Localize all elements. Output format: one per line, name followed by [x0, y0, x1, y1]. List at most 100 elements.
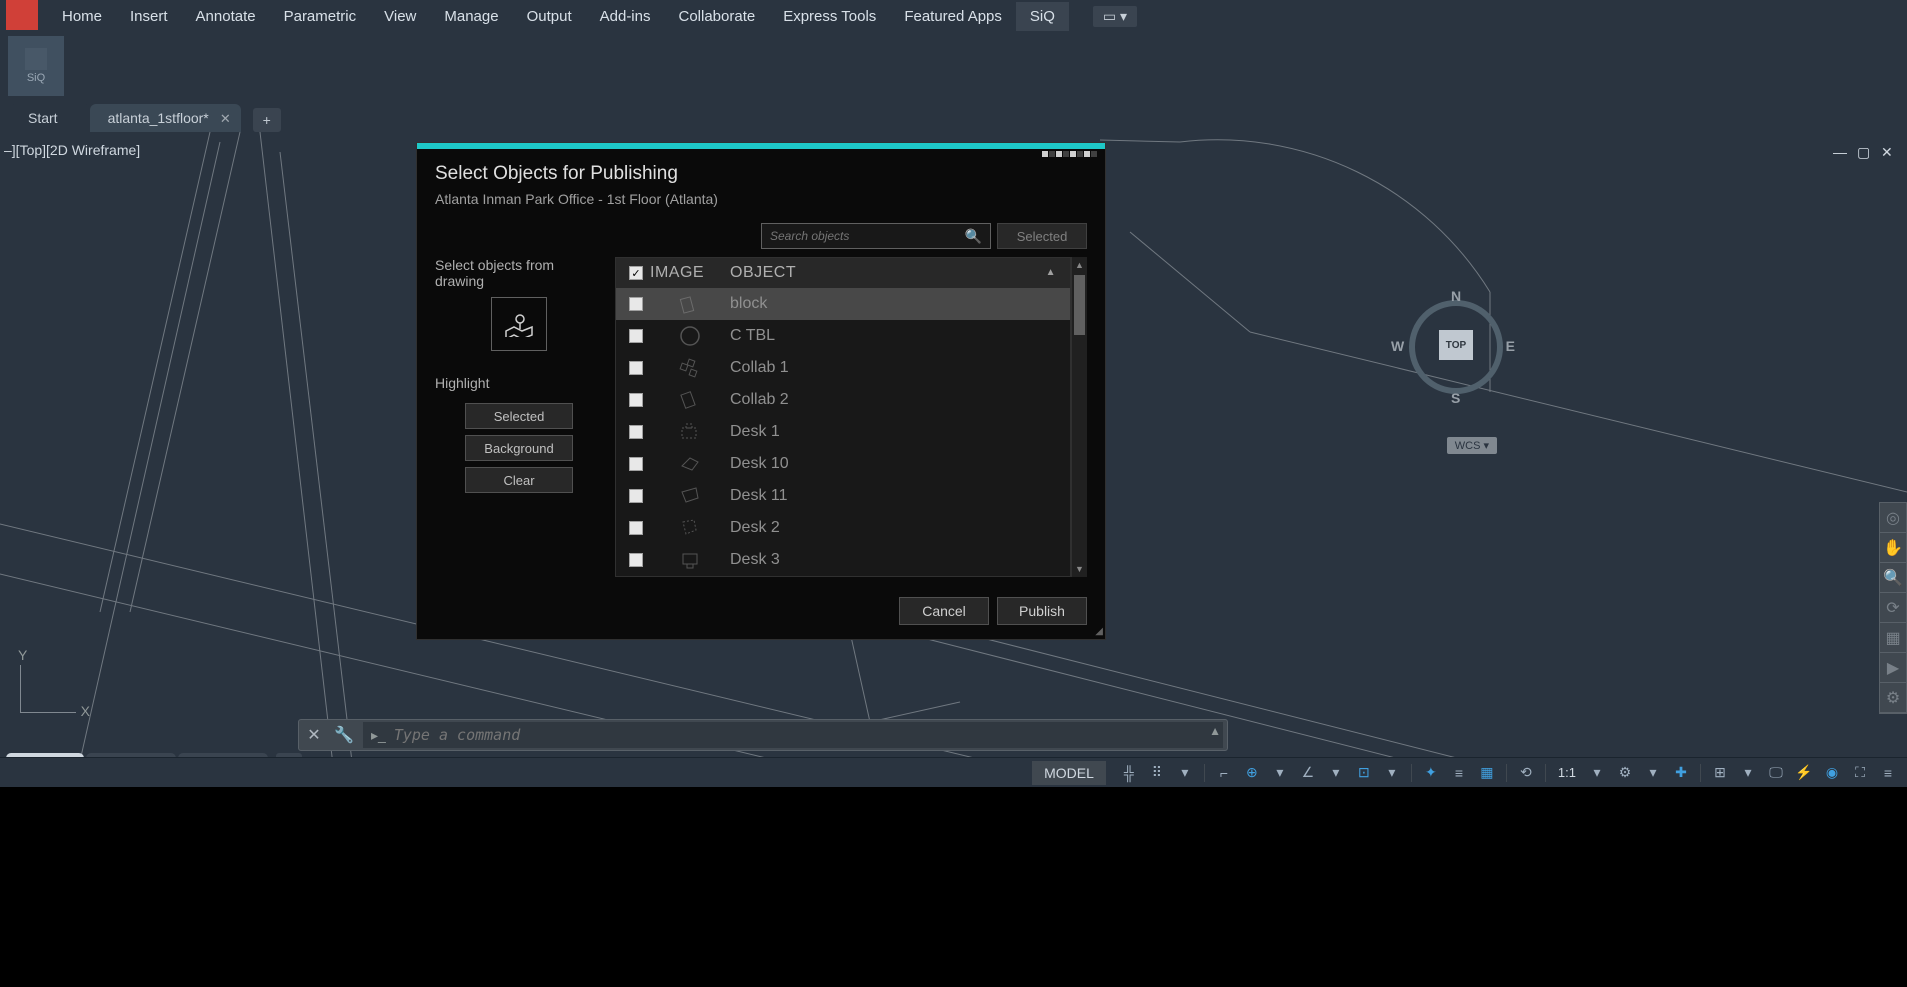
column-object[interactable]: OBJECT ▲: [730, 264, 1064, 282]
viewcube-east[interactable]: E: [1506, 338, 1515, 354]
anno-visibility-icon[interactable]: ✚: [1670, 762, 1692, 784]
ribbon-view[interactable]: View: [370, 2, 430, 31]
status-dropdown-icon[interactable]: ▾: [1586, 762, 1608, 784]
nav-fullnav-icon[interactable]: ◎: [1880, 503, 1906, 533]
table-row[interactable]: Desk 10: [616, 448, 1070, 480]
select-from-drawing-button[interactable]: [491, 297, 547, 351]
annotation-scale[interactable]: 1:1: [1554, 765, 1580, 780]
status-dropdown-icon[interactable]: ▾: [1325, 762, 1347, 784]
highlight-selected-button[interactable]: Selected: [465, 403, 573, 429]
select-all-checkbox[interactable]: ✓: [629, 266, 643, 280]
row-checkbox[interactable]: [629, 425, 643, 439]
table-row[interactable]: block: [616, 288, 1070, 320]
table-row[interactable]: C TBL: [616, 320, 1070, 352]
cmdline-customize-icon[interactable]: 🔧: [329, 725, 359, 745]
ribbon-output[interactable]: Output: [513, 2, 586, 31]
search-icon[interactable]: 🔍: [965, 228, 982, 245]
lineweight-icon[interactable]: ≡: [1448, 762, 1470, 784]
nav-play-icon[interactable]: ▶: [1880, 653, 1906, 683]
osnap-icon[interactable]: ⊡: [1353, 762, 1375, 784]
cycling-icon[interactable]: ⟲: [1515, 762, 1537, 784]
status-dropdown-icon[interactable]: ▾: [1642, 762, 1664, 784]
row-checkbox[interactable]: [629, 553, 643, 567]
ribbon-home[interactable]: Home: [48, 2, 116, 31]
ribbon-siq[interactable]: SiQ: [1016, 2, 1069, 31]
viewcube[interactable]: TOP N S E W: [1401, 292, 1511, 402]
search-input[interactable]: [770, 229, 965, 243]
nav-pan-icon[interactable]: ✋: [1880, 533, 1906, 563]
table-row[interactable]: Desk 11: [616, 480, 1070, 512]
status-dropdown-icon[interactable]: ▾: [1269, 762, 1291, 784]
iso-icon[interactable]: ∠: [1297, 762, 1319, 784]
isolate-icon[interactable]: ◉: [1821, 762, 1843, 784]
status-dropdown-icon[interactable]: ▾: [1174, 762, 1196, 784]
scroll-thumb[interactable]: [1074, 275, 1085, 335]
cancel-button[interactable]: Cancel: [899, 597, 989, 625]
viewcube-west[interactable]: W: [1391, 338, 1404, 354]
highlight-background-button[interactable]: Background: [465, 435, 573, 461]
cmdline-input[interactable]: [394, 726, 1215, 744]
table-scrollbar[interactable]: ▲ ▼: [1071, 257, 1087, 577]
scroll-down-icon[interactable]: ▼: [1072, 561, 1087, 577]
row-checkbox[interactable]: [629, 521, 643, 535]
ribbon-featured-apps[interactable]: Featured Apps: [890, 2, 1016, 31]
add-tab-button[interactable]: +: [253, 108, 281, 132]
nav-zoom-icon[interactable]: 🔍: [1880, 563, 1906, 593]
cmdline-close-icon[interactable]: ✕: [299, 725, 329, 745]
siq-panel-button[interactable]: SiQ: [8, 36, 64, 96]
table-row[interactable]: Collab 1: [616, 352, 1070, 384]
nav-orbit-icon[interactable]: ⟳: [1880, 593, 1906, 623]
close-icon[interactable]: ✕: [220, 111, 231, 127]
ribbon-annotate[interactable]: Annotate: [182, 2, 270, 31]
app-logo[interactable]: [6, 0, 38, 30]
viewcube-top-face[interactable]: TOP: [1439, 330, 1473, 360]
hardware-accel-icon[interactable]: ⚡: [1793, 762, 1815, 784]
cmdline-expand-icon[interactable]: ▲: [1209, 724, 1221, 738]
table-row[interactable]: Desk 1: [616, 416, 1070, 448]
customize-icon[interactable]: ≡: [1877, 762, 1899, 784]
ribbon-parametric[interactable]: Parametric: [270, 2, 371, 31]
polar-icon[interactable]: ⊕: [1241, 762, 1263, 784]
publish-button[interactable]: Publish: [997, 597, 1087, 625]
row-checkbox[interactable]: [629, 489, 643, 503]
monitor-icon[interactable]: 🖵: [1765, 762, 1787, 784]
row-checkbox[interactable]: [629, 297, 643, 311]
gear-icon[interactable]: ⚙: [1614, 762, 1636, 784]
table-row[interactable]: Desk 2: [616, 512, 1070, 544]
column-image[interactable]: IMAGE: [650, 264, 730, 282]
snap-icon[interactable]: ⠿: [1146, 762, 1168, 784]
scroll-up-icon[interactable]: ▲: [1072, 257, 1087, 273]
viewcube-north[interactable]: N: [1451, 288, 1461, 304]
table-row[interactable]: Desk 3: [616, 544, 1070, 576]
status-dropdown-icon[interactable]: ▾: [1737, 762, 1759, 784]
tab-start[interactable]: Start: [10, 104, 90, 132]
row-checkbox[interactable]: [629, 361, 643, 375]
ribbon-insert[interactable]: Insert: [116, 2, 182, 31]
highlight-clear-button[interactable]: Clear: [465, 467, 573, 493]
ribbon-manage[interactable]: Manage: [430, 2, 512, 31]
ribbon-panel-dropdown[interactable]: ▭ ▾: [1093, 6, 1137, 27]
row-checkbox[interactable]: [629, 457, 643, 471]
ucs-icon[interactable]: Y X: [10, 647, 90, 727]
ribbon-collaborate[interactable]: Collaborate: [664, 2, 769, 31]
cleanscreen-icon[interactable]: ⛶: [1849, 762, 1871, 784]
nav-settings-icon[interactable]: ⚙: [1880, 683, 1906, 713]
ribbon-express-tools[interactable]: Express Tools: [769, 2, 890, 31]
resize-grip-icon[interactable]: ◢: [1095, 626, 1103, 637]
grid-icon[interactable]: ╬: [1118, 762, 1140, 784]
status-dropdown-icon[interactable]: ▾: [1381, 762, 1403, 784]
viewcube-south[interactable]: S: [1451, 390, 1460, 406]
status-model-button[interactable]: MODEL: [1032, 761, 1106, 785]
filter-selected-button[interactable]: Selected: [997, 223, 1087, 249]
ribbon-addins[interactable]: Add-ins: [586, 2, 665, 31]
row-checkbox[interactable]: [629, 329, 643, 343]
nav-showmo-icon[interactable]: ▦: [1880, 623, 1906, 653]
tab-atlanta[interactable]: atlanta_1stfloor* ✕: [90, 104, 241, 132]
transparency-icon[interactable]: ▦: [1476, 762, 1498, 784]
sort-ascending-icon[interactable]: ▲: [1046, 267, 1056, 278]
dyninput-icon[interactable]: ✦: [1420, 762, 1442, 784]
row-checkbox[interactable]: [629, 393, 643, 407]
table-row[interactable]: Collab 2: [616, 384, 1070, 416]
dialog-drag-handle[interactable]: [1042, 151, 1097, 157]
wcs-badge[interactable]: WCS ▾: [1447, 437, 1497, 454]
